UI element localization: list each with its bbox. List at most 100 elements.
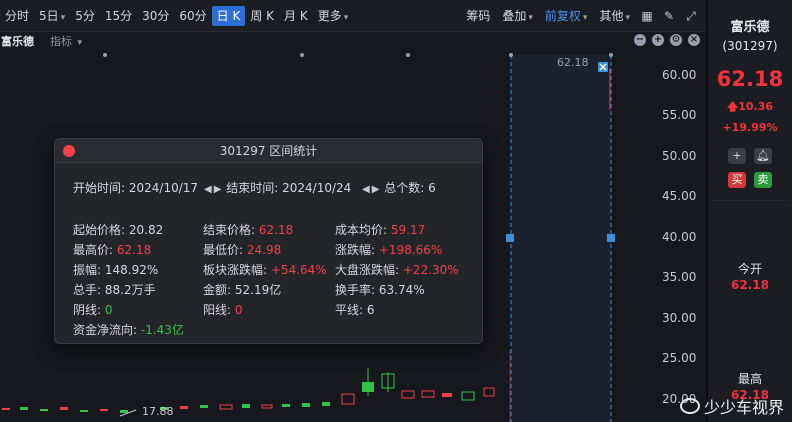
next-end-icon[interactable]: ▶	[372, 184, 380, 195]
adjust-button[interactable]: 前复权 ▾	[539, 6, 594, 26]
sell-button[interactable]: 卖	[754, 172, 772, 188]
candle	[2, 408, 10, 410]
stat-label: 阴线:	[73, 303, 102, 317]
chevron-down-icon: ▾	[60, 12, 66, 23]
candles	[2, 368, 495, 413]
axis-tick: 55.00	[662, 108, 697, 122]
prev-end-icon[interactable]: ◀	[362, 184, 370, 195]
period-5day-label: 5日	[39, 8, 59, 23]
marker-dot	[609, 53, 613, 57]
add-watchlist-button[interactable]: +	[728, 148, 746, 164]
stat-item: 板块涨跌幅: +54.64%	[203, 261, 327, 278]
period-60min[interactable]: 60分	[174, 6, 211, 26]
stat-value: -1.43亿	[140, 323, 184, 337]
axis-tick: 60.00	[662, 68, 697, 82]
stat-value: 88.2万手	[104, 283, 156, 297]
buy-button[interactable]: 买	[728, 172, 746, 188]
high-label: 最高	[737, 372, 762, 386]
stat-label: 振幅:	[73, 263, 102, 277]
arrow-up-icon: 🡅	[726, 100, 739, 113]
stat-value: 6	[366, 303, 375, 317]
stock-name-label: 富乐德	[1, 35, 34, 48]
candle	[120, 410, 128, 413]
prev-start-icon[interactable]: ◀	[204, 184, 212, 195]
trade-buttons: 买 卖	[708, 172, 792, 188]
stat-label: 成本均价:	[335, 223, 388, 237]
period-daily-k[interactable]: 日 K	[211, 5, 246, 26]
chevron-down-icon: ▾	[77, 38, 83, 48]
grid-icon[interactable]: ▦	[640, 9, 654, 23]
other-button[interactable]: 其他 ▾	[593, 6, 636, 26]
candle	[219, 404, 233, 410]
end-date: 2024/10/24	[282, 181, 352, 195]
close-icon[interactable]: ×	[688, 34, 700, 46]
next-start-icon[interactable]: ▶	[214, 184, 222, 195]
marker-dot	[509, 53, 513, 57]
stat-value: 62.18	[258, 223, 294, 237]
stat-item: 阴线: 0	[73, 301, 113, 318]
plus-icon[interactable]: +	[652, 34, 664, 46]
period-toolbar: 分时 5日 ▾ 5分 15分 30分 60分 日 K 周 K 月 K 更多 ▾ 筹码…	[0, 0, 706, 32]
stock-name: 富乐德	[730, 20, 770, 35]
stat-label: 大盘涨跌幅:	[335, 263, 400, 277]
candle	[180, 406, 188, 409]
watermark-text: 少少车视界	[703, 398, 784, 417]
period-monthly-k[interactable]: 月 K	[279, 6, 313, 26]
candle	[322, 402, 330, 406]
stat-item: 结束价格: 62.18	[203, 221, 293, 238]
stat-label: 结束价格:	[203, 223, 256, 237]
stat-item: 阳线: 0	[203, 301, 243, 318]
range-start-handle[interactable]	[506, 234, 514, 242]
stat-label: 总手:	[73, 283, 102, 297]
stat-item: 换手率: 63.74%	[335, 281, 425, 298]
stat-item: 总手: 88.2万手	[73, 281, 156, 298]
chips-button[interactable]: 筹码	[460, 6, 496, 26]
close-button[interactable]	[63, 145, 75, 157]
minus-icon[interactable]: −	[634, 34, 646, 46]
stat-item: 平线: 6	[335, 301, 375, 318]
stat-item: 金额: 52.19亿	[203, 281, 281, 298]
open-label: 今开	[737, 262, 762, 276]
stat-value: 63.74%	[378, 283, 425, 297]
pen-icon[interactable]: ✎	[662, 9, 676, 23]
range-end-handle[interactable]	[607, 234, 615, 242]
bell-icon[interactable]: 🔔︎	[754, 148, 772, 164]
period-5min[interactable]: 5分	[70, 6, 100, 26]
axis-tick: 50.00	[662, 149, 697, 163]
stat-label: 最高价:	[73, 243, 114, 257]
axis-tick: 35.00	[662, 270, 697, 284]
candle	[200, 405, 208, 408]
gear-icon[interactable]: ⚙	[670, 34, 682, 46]
overlay-button[interactable]: 叠加 ▾	[496, 6, 539, 26]
count-label: 总个数:	[384, 181, 425, 195]
candle	[261, 404, 273, 409]
dialog-title: 301297 区间统计	[219, 144, 318, 158]
stat-value: 0	[104, 303, 113, 317]
indicator-dropdown[interactable]: 指标 ▾	[50, 33, 82, 49]
expand-icon[interactable]: ⤢	[684, 9, 698, 23]
weibo-logo-icon	[679, 398, 700, 414]
stat-value: 59.17	[390, 223, 426, 237]
watermark: 少少车视界	[679, 394, 784, 418]
period-more[interactable]: 更多 ▾	[313, 6, 354, 26]
quote-panel: 富乐德 (301297) 62.18 🡅10.36 +19.99% + 🔔︎ 买…	[708, 0, 792, 422]
low-price-label: 17.88	[142, 405, 174, 418]
candle	[282, 404, 290, 407]
candle	[401, 390, 415, 399]
candle	[461, 391, 475, 401]
stat-label: 换手率:	[335, 283, 376, 297]
period-weekly-k[interactable]: 周 K	[245, 6, 279, 26]
period-30min[interactable]: 30分	[137, 6, 174, 26]
period-15min[interactable]: 15分	[100, 6, 137, 26]
last-price: 62.18	[716, 67, 784, 91]
marker-dot	[300, 53, 304, 57]
candle	[341, 393, 355, 405]
stat-value: 24.98	[246, 243, 282, 257]
stat-label: 起始价格:	[73, 223, 126, 237]
candle	[421, 390, 435, 398]
marker-dot	[406, 53, 410, 57]
period-intraday[interactable]: 分时	[0, 6, 34, 26]
count-row: ◀ ▶ 总个数: 6	[361, 179, 436, 196]
start-label: 开始时间:	[73, 181, 126, 195]
period-5day[interactable]: 5日 ▾	[34, 6, 70, 26]
